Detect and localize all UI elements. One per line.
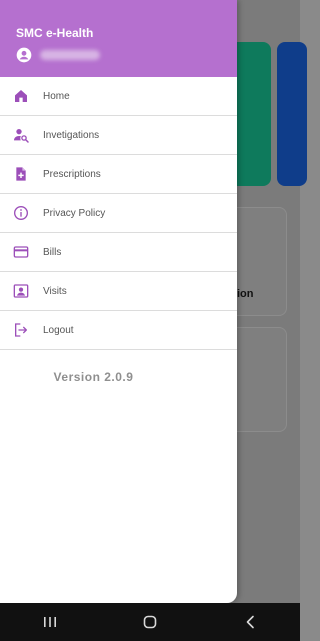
contact-card-icon [12,282,30,300]
menu-item-privacy-policy[interactable]: Privacy Policy [0,194,237,233]
prescription-file-icon [12,165,30,183]
menu-item-label: Visits [43,285,67,297]
logout-icon [12,321,30,339]
app-version: Version 2.0.9 [53,370,134,384]
menu-item-label: Logout [43,324,74,336]
drawer-menu: Home Invetigations Prescriptions Privacy… [0,77,237,350]
navigation-drawer: SMC e-Health Home Invetigations Prescrip… [0,0,237,603]
menu-item-label: Invetigations [43,129,100,141]
menu-item-bills[interactable]: Bills [0,233,237,272]
app-title: SMC e-Health [16,26,94,40]
menu-item-label: Privacy Policy [43,207,106,219]
menu-item-home[interactable]: Home [0,77,237,116]
menu-item-label: Bills [43,246,62,258]
background-card-blue [277,42,307,186]
menu-item-label: Home [43,90,70,102]
system-navigation-bar [0,603,300,641]
menu-item-visits[interactable]: Visits [0,272,237,311]
account-circle-icon [16,47,32,63]
user-name-redacted [40,50,100,60]
drawer-header: SMC e-Health [0,0,237,77]
person-search-icon [12,126,30,144]
home-icon [12,87,30,105]
back-button[interactable] [220,603,280,641]
menu-item-prescriptions[interactable]: Prescriptions [0,155,237,194]
background-card-label: ion [237,288,254,300]
menu-item-label: Prescriptions [43,168,101,180]
menu-item-investigations[interactable]: Invetigations [0,116,237,155]
info-icon [12,204,30,222]
user-row [16,47,100,63]
home-button[interactable] [120,603,180,641]
recent-apps-button[interactable] [20,603,80,641]
credit-card-icon [12,243,30,261]
menu-item-logout[interactable]: Logout [0,311,237,350]
